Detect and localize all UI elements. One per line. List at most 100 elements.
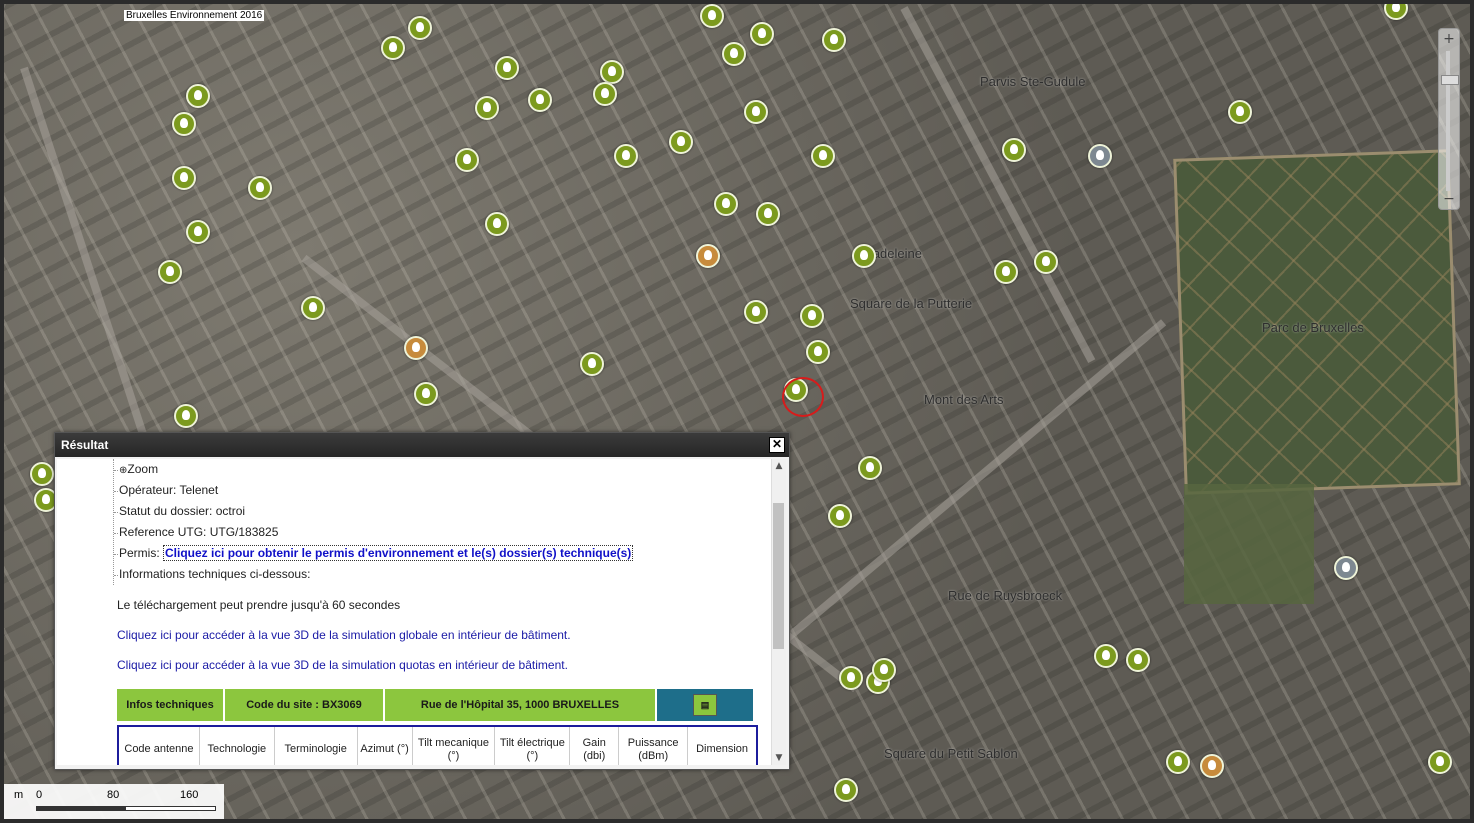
antenna-marker-icon[interactable] xyxy=(495,56,519,80)
antenna-marker-icon[interactable] xyxy=(528,88,552,112)
permis-link[interactable]: Cliquez ici pour obtenir le permis d'env… xyxy=(163,545,634,561)
download-note: Le téléchargement peut prendre jusqu'à 6… xyxy=(117,598,401,612)
antenna-marker-icon[interactable] xyxy=(174,404,198,428)
antenna-marker-icon[interactable] xyxy=(172,112,196,136)
antenna-marker-icon[interactable] xyxy=(248,176,272,200)
result-dialog[interactable]: Résultat ✕ ⊕Zoom Opérateur: Telenet Stat… xyxy=(54,432,790,770)
permis-row: Permis: Cliquez ici pour obtenir le perm… xyxy=(114,543,734,564)
antenna-marker-icon[interactable] xyxy=(186,220,210,244)
reference-row: Reference UTG: UTG/183825 xyxy=(114,522,734,543)
column-header: Technologie xyxy=(200,727,275,765)
column-header: Puissance (dBm) xyxy=(619,727,689,765)
antenna-marker-icon[interactable] xyxy=(614,144,638,168)
antenna-marker-icon[interactable] xyxy=(839,666,863,690)
zoom-link[interactable]: ⊕Zoom xyxy=(114,459,734,480)
antenna-marker-icon[interactable] xyxy=(872,658,896,682)
antenna-marker-icon[interactable] xyxy=(1428,750,1452,774)
site-address: Rue de l'Hôpital 35, 1000 BRUXELLES xyxy=(385,689,655,721)
antenna-marker-icon[interactable] xyxy=(475,96,499,120)
map-label: Parvis Ste-Gudule xyxy=(980,74,1086,89)
antenna-marker-icon[interactable] xyxy=(756,202,780,226)
antenna-marker-icon[interactable] xyxy=(485,212,509,236)
antenna-marker-icon[interactable] xyxy=(806,340,830,364)
antenna-marker-icon[interactable] xyxy=(828,504,852,528)
antenna-marker-icon[interactable] xyxy=(700,4,724,28)
column-header: Code antenne xyxy=(119,727,200,765)
antenna-marker-icon[interactable] xyxy=(714,192,738,216)
antenna-marker-icon[interactable] xyxy=(455,148,479,172)
link-3d-global[interactable]: Cliquez ici pour accéder à la vue 3D de … xyxy=(117,628,571,642)
antenna-marker-icon[interactable] xyxy=(722,42,746,66)
info-title: Infos techniques xyxy=(117,689,223,721)
antenna-marker-icon[interactable] xyxy=(822,28,846,52)
scale-tick: 0 xyxy=(36,789,43,801)
document-button[interactable]: ▤ xyxy=(657,689,753,721)
antenna-marker-icon[interactable] xyxy=(669,130,693,154)
antenna-marker-icon[interactable] xyxy=(1094,644,1118,668)
dialog-scrollbar[interactable]: ▲ ▼ xyxy=(771,459,786,765)
site-code: Code du site : BX3069 xyxy=(225,689,383,721)
antenna-marker-icon[interactable] xyxy=(1088,144,1112,168)
antenna-marker-icon[interactable] xyxy=(852,244,876,268)
antenna-table: Code antenne Technologie Terminologie Az… xyxy=(117,725,758,765)
antenna-marker-icon[interactable] xyxy=(381,36,405,60)
scale-tick: 160 xyxy=(180,789,199,801)
antenna-marker-icon[interactable] xyxy=(750,22,774,46)
antenna-marker-icon[interactable] xyxy=(600,60,624,84)
column-header: Gain (dbi) xyxy=(570,727,620,765)
document-icon: ▤ xyxy=(693,694,717,716)
zoom-bar[interactable]: + − xyxy=(1438,28,1460,210)
antenna-marker-icon[interactable] xyxy=(593,82,617,106)
dialog-titlebar[interactable]: Résultat ✕ xyxy=(55,433,789,457)
scroll-down-icon[interactable]: ▼ xyxy=(772,751,786,765)
antenna-marker-icon[interactable] xyxy=(800,304,824,328)
link-3d-quotas[interactable]: Cliquez ici pour accéder à la vue 3D de … xyxy=(117,658,568,672)
close-icon[interactable]: ✕ xyxy=(769,437,785,453)
antenna-marker-icon[interactable] xyxy=(580,352,604,376)
selected-antenna-ring xyxy=(782,377,824,417)
antenna-marker-icon[interactable] xyxy=(1200,754,1224,778)
antenna-marker-icon[interactable] xyxy=(30,462,54,486)
zoom-out-button[interactable]: − xyxy=(1441,191,1457,207)
column-header: Azimut (°) xyxy=(358,727,413,765)
antenna-marker-icon[interactable] xyxy=(696,244,720,268)
map-copyright: Bruxelles Environnement 2016 xyxy=(124,10,265,21)
zoom-handle[interactable] xyxy=(1441,75,1459,85)
info-header: Infos techniques Code du site : BX3069 R… xyxy=(117,689,753,721)
map-label: Square du Petit Sablon xyxy=(884,746,1018,761)
dialog-title: Résultat xyxy=(61,438,109,452)
antenna-marker-icon[interactable] xyxy=(1334,556,1358,580)
info-row: Informations techniques ci-dessous: xyxy=(114,564,734,585)
scale-bar: m 0 80 160 xyxy=(4,784,224,819)
antenna-marker-icon[interactable] xyxy=(408,16,432,40)
scroll-up-icon[interactable]: ▲ xyxy=(772,459,786,473)
zoom-track[interactable] xyxy=(1446,51,1450,191)
dialog-content: ⊕Zoom Opérateur: Telenet Statut du dossi… xyxy=(57,459,771,765)
scroll-thumb[interactable] xyxy=(773,503,784,649)
antenna-marker-icon[interactable] xyxy=(1034,250,1058,274)
garden-area xyxy=(1184,484,1314,604)
column-header: Terminologie xyxy=(275,727,358,765)
antenna-marker-icon[interactable] xyxy=(301,296,325,320)
antenna-marker-icon[interactable] xyxy=(186,84,210,108)
map-label: Square de la Putterie xyxy=(850,296,973,311)
antenna-marker-icon[interactable] xyxy=(1166,750,1190,774)
antenna-marker-icon[interactable] xyxy=(858,456,882,480)
antenna-marker-icon[interactable] xyxy=(811,144,835,168)
antenna-marker-icon[interactable] xyxy=(1126,648,1150,672)
antenna-marker-icon[interactable] xyxy=(744,300,768,324)
scale-line xyxy=(36,806,216,811)
zoom-in-button[interactable]: + xyxy=(1441,31,1457,47)
antenna-marker-icon[interactable] xyxy=(158,260,182,284)
antenna-marker-icon[interactable] xyxy=(744,100,768,124)
antenna-marker-icon[interactable] xyxy=(1384,4,1408,20)
antenna-marker-icon[interactable] xyxy=(1228,100,1252,124)
antenna-marker-icon[interactable] xyxy=(994,260,1018,284)
map-label: Parc de Bruxelles xyxy=(1262,320,1364,335)
antenna-marker-icon[interactable] xyxy=(172,166,196,190)
antenna-marker-icon[interactable] xyxy=(414,382,438,406)
result-tree: ⊕Zoom Opérateur: Telenet Statut du dossi… xyxy=(113,459,734,585)
antenna-marker-icon[interactable] xyxy=(834,778,858,802)
antenna-marker-icon[interactable] xyxy=(404,336,428,360)
antenna-marker-icon[interactable] xyxy=(1002,138,1026,162)
